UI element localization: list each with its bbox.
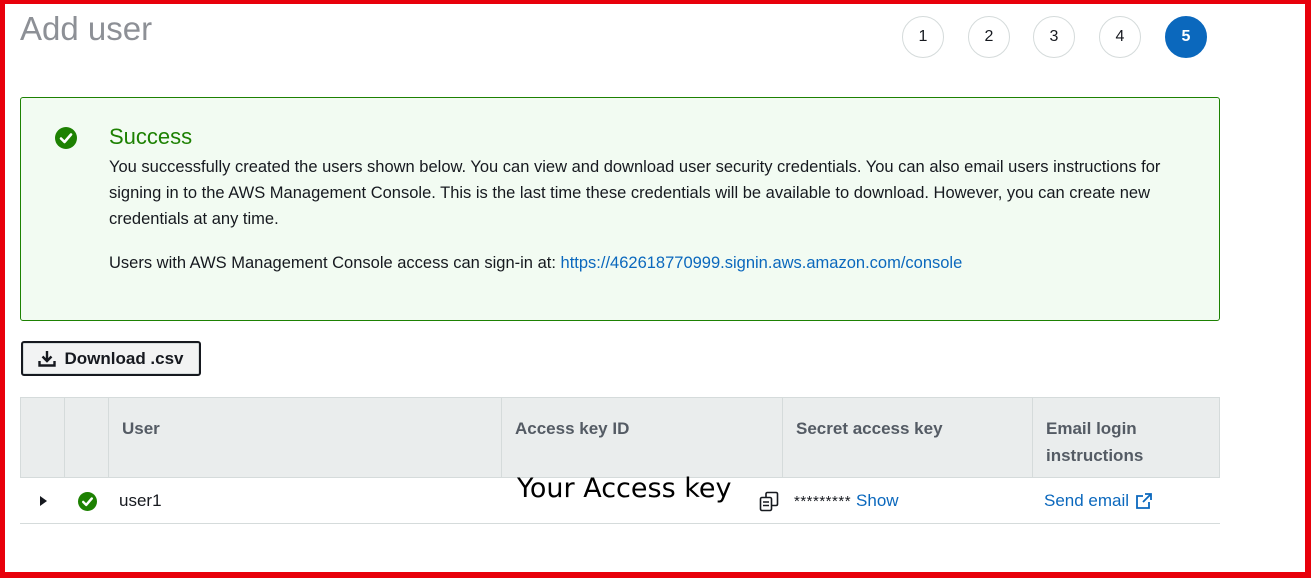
table-row: user1 Your Access key ********* Show Sen… [20, 473, 1220, 524]
alert-message: You successfully created the users shown… [109, 158, 1161, 228]
row-status [78, 479, 97, 523]
access-key-annotation: Your Access key [517, 473, 732, 504]
access-key-column-label: Access key ID [515, 419, 630, 438]
email-column-label-line1: Email login [1046, 419, 1137, 438]
alert-title: Success [109, 124, 193, 149]
signin-url-link[interactable]: https://462618770999.signin.aws.amazon.c… [561, 254, 963, 272]
show-secret-link[interactable]: Show [856, 491, 899, 511]
users-table-header: User Access key ID Secret access key Ema… [20, 397, 1220, 478]
external-link-icon [1136, 493, 1152, 509]
user-name-cell: user1 [119, 491, 162, 510]
signin-line: Users with AWS Management Console access… [109, 250, 962, 276]
page-title: Add user [20, 10, 153, 47]
download-icon [38, 351, 57, 367]
email-column-label: Email login instructions [1046, 415, 1143, 469]
secret-key-cell: ********* Show [794, 479, 899, 523]
download-csv-button[interactable]: Download .csv [21, 341, 201, 376]
send-email-link[interactable]: Send email [1044, 479, 1153, 523]
send-email-label: Send email [1044, 491, 1130, 510]
email-column-header[interactable]: Email login instructions [1032, 398, 1219, 477]
secret-key-column-header[interactable]: Secret access key [782, 398, 1032, 477]
user-column-header[interactable]: User [108, 398, 501, 477]
secret-key-masked: ********* [794, 492, 852, 510]
step-1[interactable]: 1 [902, 16, 944, 58]
access-key-column-header[interactable]: Access key ID [501, 398, 782, 477]
secret-key-column-label: Secret access key [796, 419, 943, 438]
expand-row-toggle[interactable] [38, 479, 48, 523]
check-circle-icon [55, 127, 77, 149]
success-alert: Success You successfully created the use… [20, 97, 1220, 321]
copy-icon[interactable] [759, 491, 781, 513]
download-csv-label: Download .csv [64, 348, 184, 368]
step-4[interactable]: 4 [1099, 16, 1141, 58]
signin-prefix: Users with AWS Management Console access… [109, 254, 561, 272]
status-column-header [64, 398, 108, 477]
caret-right-icon [40, 496, 47, 506]
email-column-label-line2: instructions [1046, 446, 1144, 465]
check-circle-icon [78, 491, 97, 511]
step-3[interactable]: 3 [1033, 16, 1075, 58]
user-column-label: User [122, 419, 160, 438]
step-2[interactable]: 2 [968, 16, 1010, 58]
step-5-current[interactable]: 5 [1165, 16, 1207, 58]
